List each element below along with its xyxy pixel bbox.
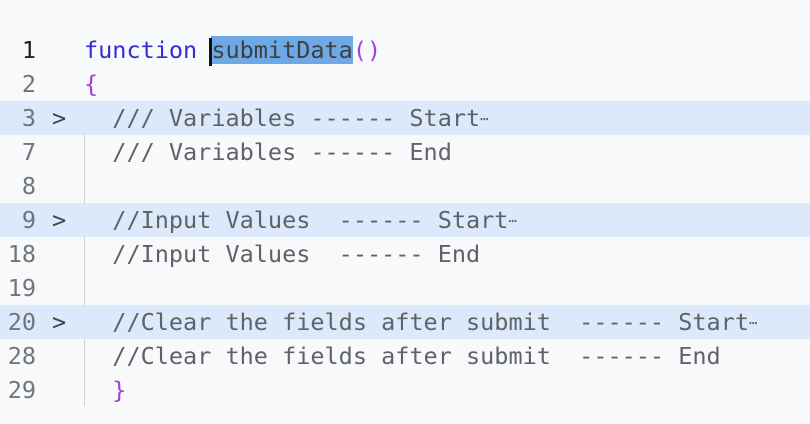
keyword: function — [84, 36, 198, 64]
folded-region-clear-fields[interactable]: 20 > //Clear the fields after submit ---… — [0, 305, 810, 339]
code-line-1[interactable]: 1 function submitData() — [0, 33, 810, 67]
ellipsis-icon[interactable]: ⋯ — [749, 316, 757, 332]
close-brace: } — [84, 376, 127, 404]
code-text: //Clear the fields after submit ------ S… — [84, 308, 749, 336]
selected-function-name: submitData — [211, 36, 353, 64]
line-number: 3 — [21, 104, 36, 132]
code-text: //Clear the fields after submit ------ E… — [84, 342, 721, 370]
code-line-8[interactable]: 8 — [0, 169, 810, 203]
line-number: 9 — [21, 206, 36, 234]
line-number: 29 — [7, 376, 36, 404]
open-brace: { — [84, 70, 99, 98]
code-line-7[interactable]: 7 /// Variables ------ End — [0, 135, 810, 169]
code-text: //Input Values ------ Start — [84, 206, 509, 234]
code-line-18[interactable]: 18 //Input Values ------ End — [0, 237, 810, 271]
line-number: 2 — [21, 70, 36, 98]
code-line-19[interactable]: 19 — [0, 271, 810, 305]
code-text: //Input Values ------ End — [84, 240, 481, 268]
line-number: 1 — [21, 36, 36, 64]
parens: () — [352, 36, 382, 64]
line-number: 19 — [7, 274, 36, 302]
line-number: 28 — [7, 342, 36, 370]
line-number: 8 — [21, 172, 36, 200]
code-line-29[interactable]: 29 } — [0, 373, 810, 407]
code-text: /// Variables ------ Start — [84, 104, 481, 132]
folded-region-input-values[interactable]: 9 > //Input Values ------ Start⋯ — [0, 203, 810, 237]
code-line-2[interactable]: 2 { — [0, 67, 810, 101]
code-text: /// Variables ------ End — [84, 138, 452, 166]
line-number: 7 — [21, 138, 36, 166]
text-cursor — [209, 37, 213, 66]
folded-region-variables[interactable]: 3 > /// Variables ------ Start⋯ — [0, 101, 810, 135]
chevron-right-icon[interactable]: > — [52, 101, 72, 135]
line-number: 18 — [7, 240, 36, 268]
chevron-right-icon[interactable]: > — [52, 305, 72, 339]
line-number: 20 — [7, 308, 36, 336]
code-line-28[interactable]: 28 //Clear the fields after submit -----… — [0, 339, 810, 373]
ellipsis-icon[interactable]: ⋯ — [480, 112, 488, 128]
chevron-right-icon[interactable]: > — [52, 203, 72, 237]
ellipsis-icon[interactable]: ⋯ — [508, 214, 516, 230]
